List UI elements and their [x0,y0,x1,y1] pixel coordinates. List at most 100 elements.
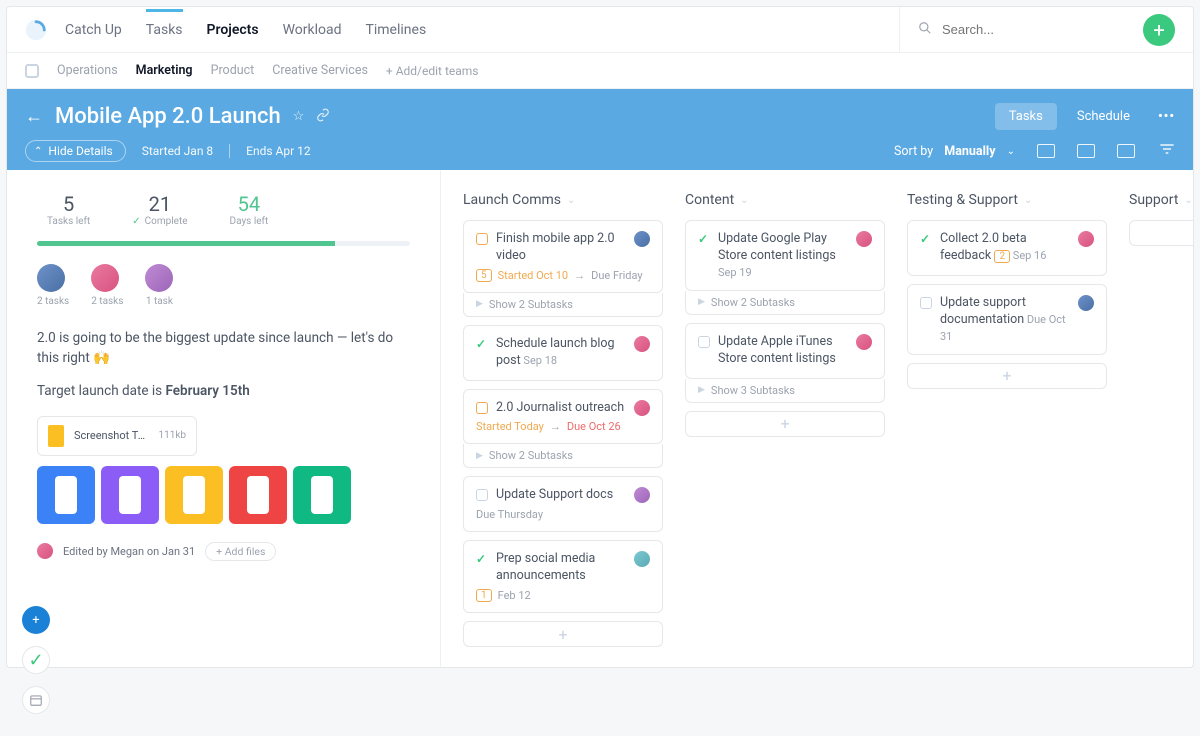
assignee-avatar [1078,295,1094,311]
task-card[interactable]: Finish mobile app 2.0 video5Started Oct … [463,220,663,293]
task-card[interactable]: Update Support docsDue Thursday [463,476,663,532]
task-title: 2.0 Journalist outreach [496,400,624,415]
task-checkbox[interactable] [698,336,710,348]
add-card-button[interactable]: + [685,411,885,437]
task-checkbox[interactable]: ✓ [476,338,488,350]
thumbnail[interactable] [229,466,287,524]
assignee-avatar [634,400,650,416]
task-card[interactable]: Update Apple iTunes Store content listin… [685,323,885,379]
thumbnail[interactable] [37,466,95,524]
file-icon [48,425,64,447]
show-subtasks[interactable]: ▶Show 2 Subtasks [463,444,663,468]
column-header[interactable]: Launch Comms⌄ [463,192,663,208]
progress-bar [37,241,410,246]
assignee-avatar [634,487,650,503]
assignee-avatar[interactable] [91,264,119,292]
column-header[interactable]: Testing & Support⌄ [907,192,1107,208]
hide-details-button[interactable]: ⌃Hide Details [25,140,126,162]
task-title: Update support documentation [940,295,1026,327]
team-item[interactable]: Marketing [136,63,193,78]
check-icon: ✓ [28,650,43,671]
fab-calendar[interactable] [22,686,50,714]
attachment[interactable]: Screenshot Temp... 111kb [37,416,197,456]
assignees: 2 tasks2 tasks1 task [37,264,410,307]
assignee-avatar [634,231,650,247]
tab-schedule[interactable]: Schedule [1063,103,1144,130]
team-item[interactable]: Product [211,63,255,78]
tasks-left-count: 5 [47,192,90,216]
task-checkbox[interactable] [920,297,932,309]
add-edit-teams[interactable]: + Add/edit teams [386,64,479,78]
task-checkbox[interactable] [476,402,488,414]
show-subtasks[interactable]: ▶Show 3 Subtasks [685,379,885,403]
task-checkbox[interactable] [476,489,488,501]
add-files-button[interactable]: + Add files [205,542,276,561]
task-card[interactable]: ✓ Update Google Play Store content listin… [685,220,885,291]
show-subtasks[interactable]: ▶Show 2 Subtasks [463,293,663,317]
task-checkbox[interactable]: ✓ [920,233,932,245]
sort-dropdown[interactable]: Sort by Manually ⌄ [894,144,1015,159]
task-title: Prep social media announcements [496,551,595,583]
teams-nav: Operations Marketing Product Creative Servi… [57,63,368,78]
chevron-down-icon: ⌄ [740,195,748,206]
task-card[interactable]: 2.0 Journalist outreachStarted Today → D… [463,389,663,445]
link-icon[interactable] [316,108,330,126]
team-item[interactable]: Operations [57,63,118,78]
task-checkbox[interactable] [476,233,488,245]
thumbnail[interactable] [293,466,351,524]
back-icon[interactable]: ← [25,106,43,127]
task-card[interactable]: Update support documentation Due Oct 31 [907,284,1107,355]
search-icon [918,21,932,39]
chevron-up-icon: ⌃ [34,146,42,157]
logo [25,19,47,41]
chevron-down-icon: ⌄ [567,195,575,206]
days-left-count: 54 [230,192,269,216]
more-icon[interactable]: ••• [1158,109,1175,124]
nav-item[interactable]: Tasks [146,10,183,50]
nav-item[interactable]: Workload [283,10,342,50]
add-card-button[interactable]: + [907,363,1107,389]
search-input[interactable] [942,22,1118,37]
view-split-icon[interactable] [1117,144,1135,158]
task-checkbox[interactable]: ✓ [476,553,488,565]
add-button[interactable]: + [1143,14,1175,46]
chevron-right-icon: ▶ [476,451,483,461]
main-nav: Catch Up Tasks Projects Workload Timelines [65,10,426,50]
show-subtasks[interactable]: ▶Show 2 Subtasks [685,291,885,315]
team-item[interactable]: Creative Services [272,63,368,78]
task-title: Update Google Play Store content listing… [718,231,836,263]
nav-item[interactable]: Projects [207,10,259,50]
project-description: 2.0 is going to be the biggest update si… [37,329,410,368]
check-icon: ✓ [132,216,140,227]
nav-item[interactable]: Catch Up [65,10,122,50]
thumbnail[interactable] [101,466,159,524]
fab-add[interactable]: + [22,606,50,634]
fab-tasks[interactable]: ✓ [22,646,50,674]
task-title: Update Apple iTunes Store content listin… [718,334,836,366]
column-header[interactable]: Content⌄ [685,192,885,208]
complete-count: 21 [132,192,187,216]
assignee-avatar [634,336,650,352]
assignee-avatar [856,334,872,350]
thumbnail[interactable] [165,466,223,524]
add-card-button[interactable]: + [463,621,663,647]
assignee-avatar[interactable] [145,264,173,292]
tab-tasks[interactable]: Tasks [995,103,1057,130]
task-card[interactable]: ✓Prep social media announcements1Feb 12 [463,540,663,613]
task-checkbox[interactable]: ✓ [698,233,710,245]
star-icon[interactable]: ☆ [293,109,305,124]
edited-by: Edited by Megan on Jan 31 [63,545,195,558]
task-card[interactable]: ✓Collect 2.0 beta feedback 2 Sep 16 [907,220,1107,276]
view-list-icon[interactable] [1037,144,1055,158]
task-card[interactable]: ✓Schedule launch blog post Sep 18 [463,325,663,381]
column-header[interactable]: Support⌄ [1129,192,1193,208]
filter-icon[interactable] [1159,143,1175,159]
view-board-icon[interactable] [1077,144,1095,158]
chevron-right-icon: ▶ [698,385,705,395]
add-card-button[interactable] [1129,220,1193,246]
nav-item[interactable]: Timelines [366,10,427,50]
chevron-down-icon: ⌄ [1024,195,1032,206]
project-started: Started Jan 8 [142,144,213,158]
panel-toggle-icon[interactable] [25,64,39,78]
assignee-avatar[interactable] [37,264,65,292]
